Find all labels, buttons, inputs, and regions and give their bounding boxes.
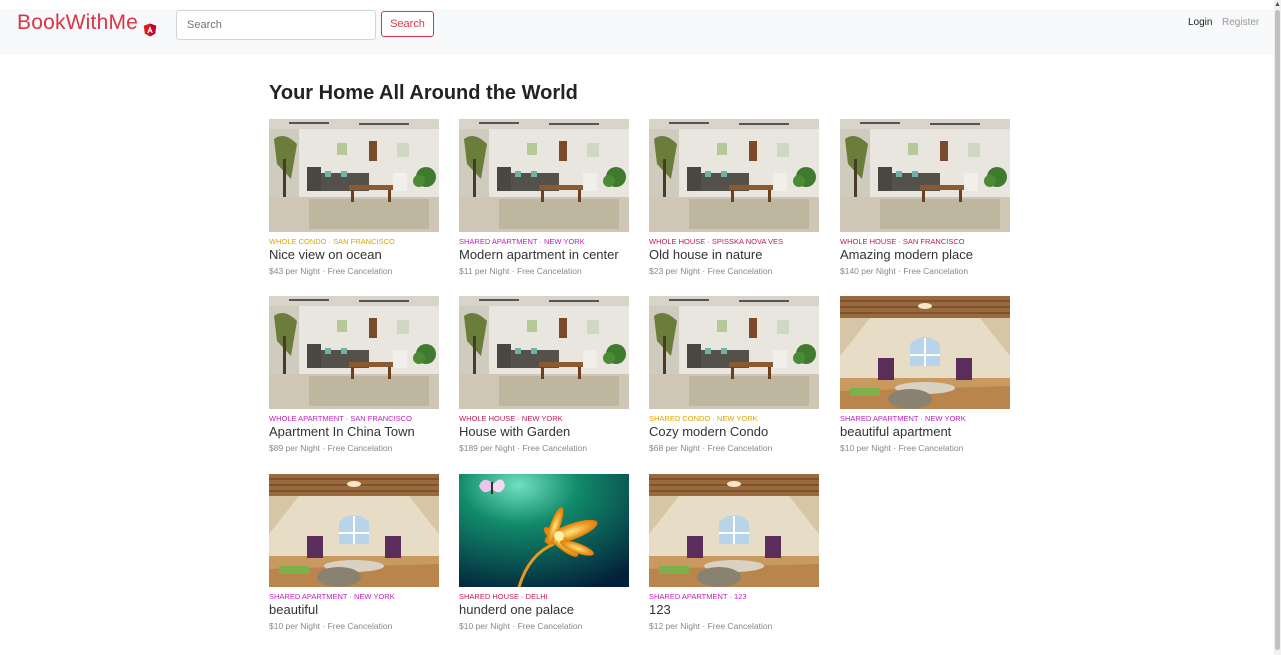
rental-image[interactable] xyxy=(840,119,1010,232)
rental-price: $23 per Night · Free Cancelation xyxy=(649,266,773,276)
rental-category-city: Shared Apartment · New York xyxy=(840,414,966,423)
rental-category-city: Whole Condo · San Francisco xyxy=(269,237,395,246)
rental-category-city: Shared Condo · New York xyxy=(649,414,758,423)
rental-category-city: Shared Apartment · New York xyxy=(459,237,585,246)
rental-price: $140 per Night · Free Cancelation xyxy=(840,266,969,276)
rental-category-city: Whole House · New York xyxy=(459,414,563,423)
rental-card[interactable]: Shared Apartment · 123 123 $12 per Night ·… xyxy=(649,474,819,631)
rental-image[interactable] xyxy=(269,474,439,587)
rental-card[interactable]: Shared Apartment · New York Modern apartm… xyxy=(459,119,629,276)
rental-price: $43 per Night · Free Cancelation xyxy=(269,266,393,276)
rental-price: $10 per Night · Free Cancelation xyxy=(459,621,583,631)
page-scrollbar[interactable]: ▲ xyxy=(1274,0,1281,655)
login-link[interactable]: Login xyxy=(1188,17,1212,28)
rental-title[interactable]: Nice view on ocean xyxy=(269,247,439,262)
navbar: BookWithMe Search Login Register xyxy=(0,9,1274,55)
scrollbar-thumb[interactable] xyxy=(1275,10,1280,650)
rental-card[interactable]: Whole House · New York House with Garden $… xyxy=(459,296,629,453)
page-title: Your Home All Around the World xyxy=(269,82,578,104)
rental-category-city: Whole House · Spisska Nova Ves xyxy=(649,237,784,246)
rental-image[interactable] xyxy=(459,119,629,232)
rental-card[interactable]: Shared Apartment · New York beautiful $10 … xyxy=(269,474,439,631)
rental-image[interactable] xyxy=(649,296,819,409)
rental-card[interactable]: Whole Apartment · San Francisco Apartment… xyxy=(269,296,439,453)
rental-title[interactable]: Amazing modern place xyxy=(840,247,1010,262)
rental-category-city: Whole House · San Francisco xyxy=(840,237,965,246)
rental-title[interactable]: beautiful xyxy=(269,602,439,617)
rental-title[interactable]: House with Garden xyxy=(459,424,629,439)
rental-category-city: Shared House · Delhi xyxy=(459,592,548,601)
rental-title[interactable]: hunderd one palace xyxy=(459,602,629,617)
rental-price: $189 per Night · Free Cancelation xyxy=(459,443,588,453)
rental-price: $12 per Night · Free Cancelation xyxy=(649,621,773,631)
rental-image[interactable] xyxy=(459,296,629,409)
rental-title[interactable]: Old house in nature xyxy=(649,247,819,262)
rental-card[interactable]: Whole Condo · San Francisco Nice view on … xyxy=(269,119,439,276)
rental-price: $10 per Night · Free Cancelation xyxy=(269,621,393,631)
register-link[interactable]: Register xyxy=(1222,17,1259,28)
rental-card[interactable]: Shared Condo · New York Cozy modern Condo… xyxy=(649,296,819,453)
rental-price: $11 per Night · Free Cancelation xyxy=(459,266,582,276)
rental-price: $89 per Night · Free Cancelation xyxy=(269,443,393,453)
angular-shield-icon xyxy=(143,23,157,37)
rental-price: $68 per Night · Free Cancelation xyxy=(649,443,773,453)
rental-category-city: Whole Apartment · San Francisco xyxy=(269,414,412,423)
rental-title[interactable]: 123 xyxy=(649,602,819,617)
rental-title[interactable]: Cozy modern Condo xyxy=(649,424,819,439)
rental-category-city: Shared Apartment · 123 xyxy=(649,592,747,601)
rental-image[interactable] xyxy=(269,119,439,232)
rental-card[interactable]: Whole House · Spisska Nova Ves Old house … xyxy=(649,119,819,276)
rental-card[interactable]: Whole House · San Francisco Amazing moder… xyxy=(840,119,1010,276)
rental-title[interactable]: beautiful apartment xyxy=(840,424,1010,439)
rental-price: $10 per Night · Free Cancelation xyxy=(840,443,964,453)
rental-title[interactable]: Apartment In China Town xyxy=(269,424,439,439)
rental-category-city: Shared Apartment · New York xyxy=(269,592,395,601)
rental-image[interactable] xyxy=(459,474,629,587)
rental-image[interactable] xyxy=(649,474,819,587)
rental-title[interactable]: Modern apartment in center xyxy=(459,247,629,262)
brand-logo[interactable]: BookWithMe xyxy=(17,11,138,35)
rental-image[interactable] xyxy=(269,296,439,409)
rental-image[interactable] xyxy=(649,119,819,232)
scroll-up-arrow-icon[interactable]: ▲ xyxy=(1274,0,1281,9)
search-input[interactable] xyxy=(176,10,376,40)
rental-card[interactable]: Shared House · Delhi hunderd one palace $1… xyxy=(459,474,629,631)
search-button[interactable]: Search xyxy=(381,11,434,37)
rental-card[interactable]: Shared Apartment · New York beautiful apa… xyxy=(840,296,1010,453)
rental-image[interactable] xyxy=(840,296,1010,409)
